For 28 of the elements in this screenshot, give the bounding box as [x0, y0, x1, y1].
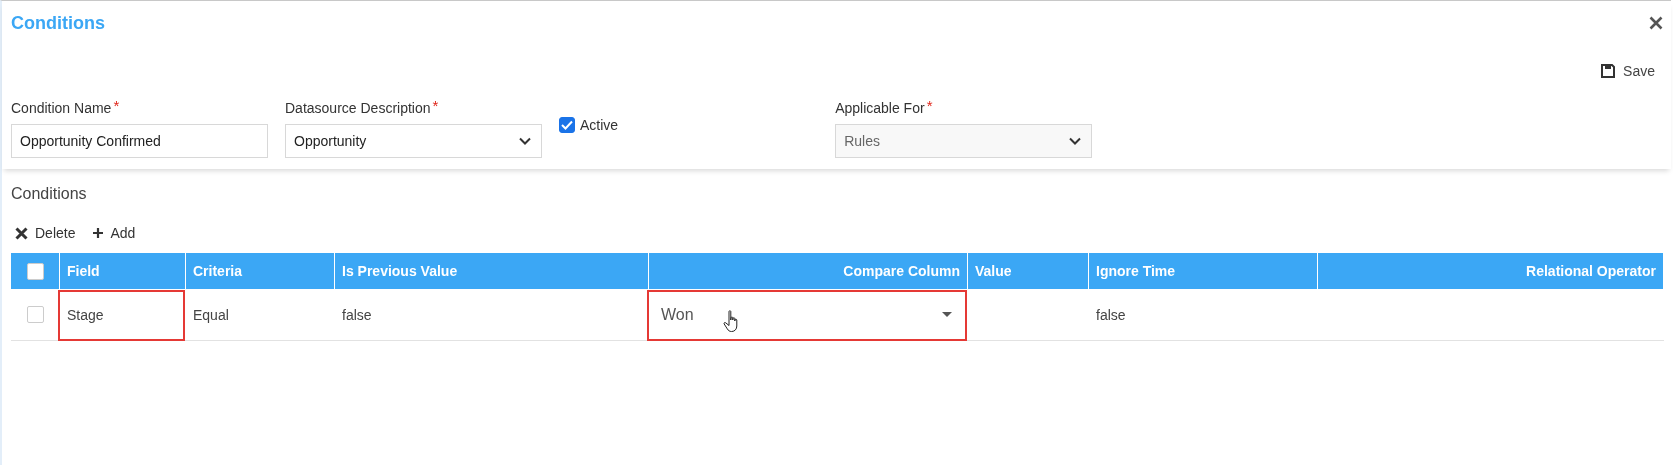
chevron-down-icon: [519, 137, 531, 145]
dropdown-field[interactable]: Won: [649, 305, 964, 324]
active-checkbox[interactable]: [559, 117, 575, 133]
plus-icon: [93, 228, 104, 238]
table-cell: false: [342, 306, 372, 323]
dialog-title: Conditions: [11, 12, 105, 34]
select-all-checkbox[interactable]: [26, 262, 44, 280]
table-cell: false: [1096, 306, 1126, 323]
close-icon[interactable]: [1649, 16, 1663, 30]
add-button[interactable]: Add: [93, 225, 136, 241]
chevron-down-icon: [1069, 137, 1082, 145]
table-cell: Equal: [193, 306, 229, 323]
field-label: Datasource Description: [285, 100, 431, 116]
table-cell: Stage: [67, 306, 104, 323]
select-field[interactable]: Opportunity: [285, 124, 542, 158]
close-icon: [15, 226, 28, 240]
required-marker: *: [113, 100, 120, 112]
caret-icon: [942, 312, 952, 317]
input-field[interactable]: Opportunity Confirmed: [11, 124, 268, 158]
delete-button[interactable]: Delete: [15, 225, 76, 241]
row-checkbox[interactable]: [27, 306, 44, 323]
field-label: Condition Name: [11, 100, 112, 116]
checkbox-label: Active: [580, 117, 619, 133]
required-marker: *: [432, 100, 439, 112]
required-marker: *: [926, 100, 933, 112]
field-label: Applicable For: [835, 100, 925, 116]
save-button[interactable]: Save: [1601, 63, 1655, 79]
section-title: Conditions: [11, 185, 87, 203]
